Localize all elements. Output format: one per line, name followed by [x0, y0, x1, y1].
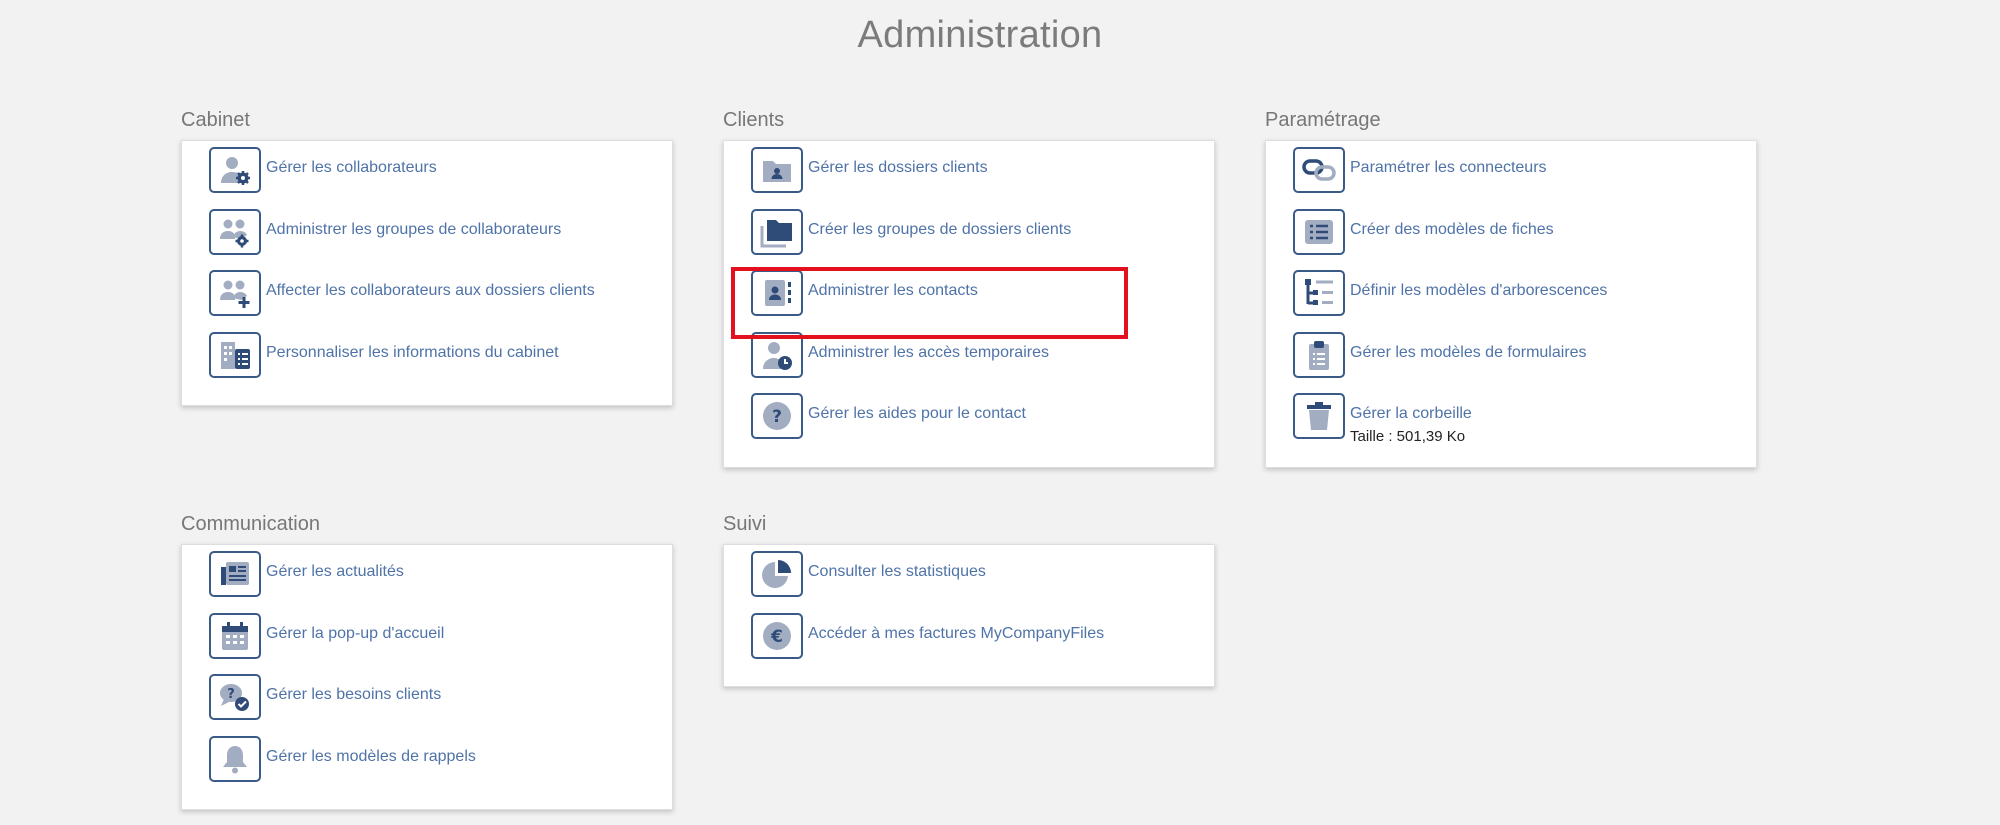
menu-item-affecter-collaborateurs[interactable]: Affecter les collaborateurs aux dossiers…: [209, 270, 672, 338]
menu-item-label[interactable]: Créer les groupes de dossiers clients: [808, 220, 1071, 239]
question-bubble-icon[interactable]: ?: [209, 674, 261, 721]
menu-item-aides-contact[interactable]: ? Gérer les aides pour le contact: [751, 393, 1214, 461]
section-communication: Communication Gérer les actualités Gérer…: [181, 513, 673, 811]
menu-item-modeles-formulaires[interactable]: Gérer les modèles de formulaires: [1293, 331, 1756, 400]
trash-icon[interactable]: [1293, 393, 1345, 440]
tree-list-icon[interactable]: [1293, 270, 1345, 317]
menu-item-popup-accueil[interactable]: Gérer la pop-up d'accueil: [209, 612, 672, 681]
section-title-parametrage: Paramétrage: [1265, 109, 1381, 131]
svg-text:?: ?: [772, 407, 782, 427]
user-clock-icon[interactable]: [751, 331, 803, 378]
card-parametrage: Paramétrer les connecteurs Créer des mod…: [1265, 140, 1757, 468]
question-circle-icon[interactable]: ?: [751, 393, 803, 440]
menu-item-besoins-clients[interactable]: ? Gérer les besoins clients: [209, 674, 672, 742]
section-title-clients: Clients: [723, 109, 785, 131]
menu-item-label[interactable]: Consulter les statistiques: [808, 562, 986, 581]
euro-icon[interactable]: €: [751, 612, 803, 659]
menu-item-label[interactable]: Gérer les modèles de formulaires: [1350, 343, 1587, 362]
menu-item-label[interactable]: Administrer les accès temporaires: [808, 343, 1049, 362]
section-title-cabinet: Cabinet: [181, 109, 250, 131]
menu-item-label[interactable]: Gérer les actualités: [266, 562, 404, 581]
pie-chart-icon[interactable]: [751, 551, 803, 597]
menu-item-gerer-collaborateurs[interactable]: Gérer les collaborateurs: [209, 147, 672, 215]
menu-item-modeles-rappels[interactable]: Gérer les modèles de rappels: [209, 735, 672, 804]
menu-item-connecteurs[interactable]: Paramétrer les connecteurs: [1293, 147, 1756, 215]
menu-item-personnaliser-cabinet[interactable]: Personnaliser les informations du cabine…: [209, 331, 672, 400]
folder-user-icon[interactable]: [751, 147, 803, 193]
card-suivi: Consulter les statistiques € Accéder à m…: [723, 544, 1215, 688]
menu-item-factures[interactable]: € Accéder à mes factures MyCompanyFiles: [751, 612, 1214, 681]
menu-item-label[interactable]: Gérer les collaborateurs: [266, 158, 437, 177]
menu-item-label[interactable]: Personnaliser les informations du cabine…: [266, 343, 559, 362]
bell-icon[interactable]: [209, 735, 261, 782]
menu-item-label[interactable]: Administrer les contacts: [808, 281, 978, 300]
menu-item-dossiers-clients[interactable]: Gérer les dossiers clients: [751, 147, 1214, 215]
menu-item-modeles-arborescences[interactable]: Définir les modèles d'arborescences: [1293, 270, 1756, 338]
menu-item-groupes-dossiers[interactable]: Créer les groupes de dossiers clients: [751, 208, 1214, 277]
card-communication: Gérer les actualités Gérer la pop-up d'a…: [181, 544, 673, 811]
menu-item-statistiques[interactable]: Consulter les statistiques: [751, 551, 1214, 619]
card-clients: Gérer les dossiers clients Créer les gro…: [723, 140, 1215, 468]
card-cabinet: Gérer les collaborateurs Administrer les…: [181, 140, 673, 407]
section-clients: Clients Gérer les dossiers clients Créer…: [723, 109, 1215, 468]
menu-item-label[interactable]: Administrer les groupes de collaborateur…: [266, 220, 561, 239]
menu-item-label[interactable]: Créer des modèles de fiches: [1350, 220, 1554, 239]
menu-item-acces-temporaires[interactable]: Administrer les accès temporaires: [751, 331, 1214, 400]
users-gear-icon[interactable]: [209, 208, 261, 255]
menu-item-corbeille[interactable]: Gérer la corbeille Taille : 501,39 Ko: [1293, 393, 1756, 461]
calendar-icon[interactable]: [209, 612, 261, 659]
newspaper-icon[interactable]: [209, 551, 261, 597]
menu-item-label[interactable]: Gérer la corbeille: [1350, 404, 1472, 423]
menu-item-label[interactable]: Gérer les aides pour le contact: [808, 404, 1026, 423]
folders-icon[interactable]: [751, 208, 803, 255]
svg-text:€: €: [770, 627, 783, 647]
menu-item-label[interactable]: Gérer les dossiers clients: [808, 158, 988, 177]
menu-item-label[interactable]: Définir les modèles d'arborescences: [1350, 281, 1607, 300]
menu-item-label[interactable]: Paramétrer les connecteurs: [1350, 158, 1547, 177]
menu-item-label[interactable]: Gérer les modèles de rappels: [266, 747, 476, 766]
section-suivi: Suivi Consulter les statistiques € Accéd…: [723, 513, 1215, 688]
menu-item-label[interactable]: Gérer les besoins clients: [266, 685, 441, 704]
user-gear-icon[interactable]: [209, 147, 261, 193]
menu-item-administrer-contacts[interactable]: Administrer les contacts: [751, 270, 1214, 338]
menu-item-modeles-fiches[interactable]: Créer des modèles de fiches: [1293, 208, 1756, 277]
page-title: Administration: [857, 14, 1103, 56]
section-cabinet: Cabinet Gérer les collaborateurs Adminis…: [181, 109, 673, 407]
menu-item-groupes-collaborateurs[interactable]: Administrer les groupes de collaborateur…: [209, 208, 672, 277]
contact-card-icon[interactable]: [751, 270, 803, 317]
list-card-icon[interactable]: [1293, 208, 1345, 255]
link-icon[interactable]: [1293, 147, 1345, 193]
menu-item-actualites[interactable]: Gérer les actualités: [209, 551, 672, 619]
menu-item-label[interactable]: Gérer la pop-up d'accueil: [266, 624, 444, 643]
menu-item-label[interactable]: Accéder à mes factures MyCompanyFiles: [808, 624, 1104, 643]
section-title-suivi: Suivi: [723, 513, 767, 535]
svg-text:?: ?: [227, 687, 235, 702]
section-title-communication: Communication: [181, 513, 320, 535]
trash-size-text: Taille : 501,39 Ko: [1350, 428, 1466, 446]
building-list-icon[interactable]: [209, 331, 261, 378]
users-plus-icon[interactable]: [209, 270, 261, 317]
menu-item-label[interactable]: Affecter les collaborateurs aux dossiers…: [266, 281, 595, 300]
section-parametrage: Paramétrage Paramétrer les connecteurs C…: [1265, 109, 1757, 468]
clipboard-icon[interactable]: [1293, 331, 1345, 378]
